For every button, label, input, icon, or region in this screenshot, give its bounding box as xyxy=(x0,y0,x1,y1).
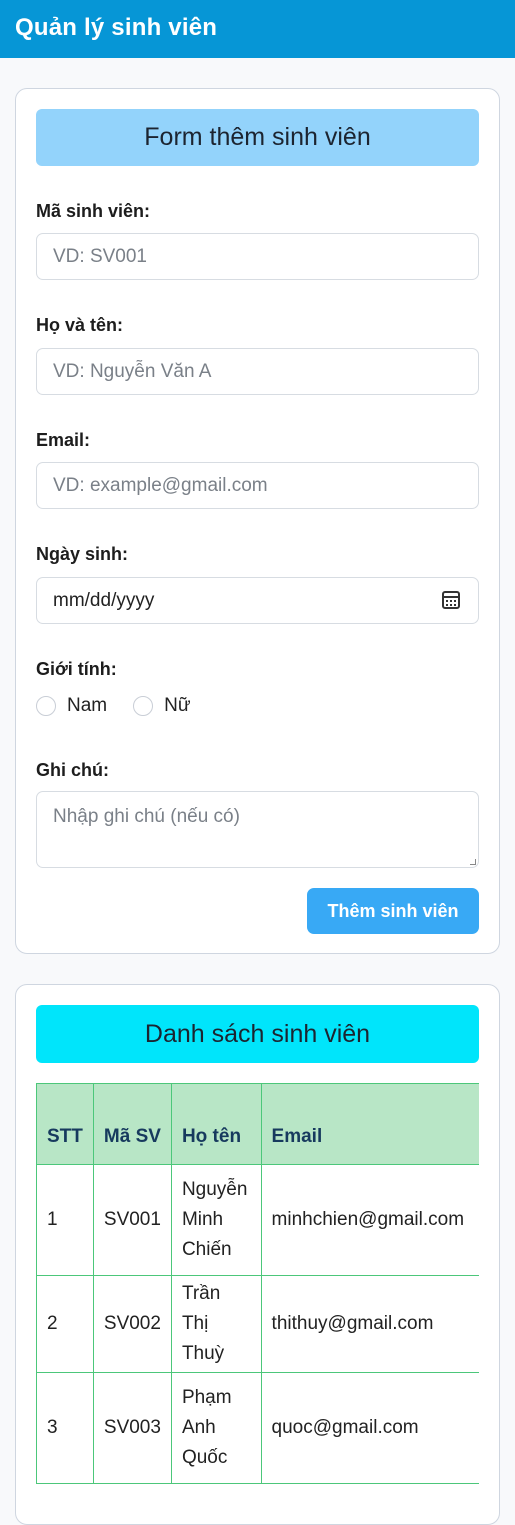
gender-radio-group: Nam Nữ xyxy=(36,695,217,717)
resize-handle-icon[interactable] xyxy=(470,859,476,865)
col-header-student-id: Mã SV xyxy=(92,1083,172,1165)
birthdate-value: mm/dd/yyyy xyxy=(53,589,155,611)
email-label: Email: xyxy=(36,430,91,450)
table-header-row: STT Mã SV Họ tên Email xyxy=(36,1083,479,1165)
table-row: 1 SV001 Nguyễn Minh Chiến minhchien@gmai… xyxy=(36,1164,479,1276)
gender-option-female-label[interactable]: Nữ xyxy=(164,695,190,717)
col-header-stt: STT xyxy=(36,1083,94,1165)
cell-student-id: SV003 xyxy=(92,1372,172,1484)
gender-radio-male[interactable] xyxy=(36,696,56,716)
add-student-form-card: Form thêm sinh viên Mã sinh viên: VD: SV… xyxy=(15,88,500,954)
form-heading: Form thêm sinh viên xyxy=(36,109,479,166)
add-student-button[interactable]: Thêm sinh viên xyxy=(307,888,479,934)
note-label: Ghi chú: xyxy=(36,760,109,780)
table-row: 2 SV002 Trần Thị Thuỳ thithuy@gmail.com xyxy=(36,1275,479,1373)
email-input[interactable]: VD: example@gmail.com xyxy=(36,462,479,509)
birthdate-label: Ngày sinh: xyxy=(36,544,129,564)
cell-stt: 3 xyxy=(36,1372,94,1484)
student-table-scroll[interactable]: STT Mã SV Họ tên Email 1 SV001 Nguyễn Mi… xyxy=(36,1083,479,1485)
student-id-label: Mã sinh viên: xyxy=(36,201,151,221)
cell-email: thithuy@gmail.com xyxy=(260,1275,479,1373)
gender-label: Giới tính: xyxy=(36,659,117,679)
list-heading: Danh sách sinh viên xyxy=(36,1005,479,1063)
cell-email: quoc@gmail.com xyxy=(260,1372,479,1484)
student-list-card: Danh sách sinh viên STT Mã SV Họ tên Ema… xyxy=(15,984,500,1525)
student-table: STT Mã SV Họ tên Email 1 SV001 Nguyễn Mi… xyxy=(36,1083,479,1484)
col-header-name: Họ tên xyxy=(170,1083,262,1165)
gender-radio-female[interactable] xyxy=(133,696,154,716)
col-header-email: Email xyxy=(260,1083,479,1165)
cell-student-id: SV001 xyxy=(92,1164,172,1276)
cell-stt: 2 xyxy=(36,1275,94,1373)
cell-stt: 1 xyxy=(36,1164,94,1276)
table-row: 3 SV003 Phạm Anh Quốc quoc@gmail.com xyxy=(36,1372,479,1484)
app-header: Quản lý sinh viên xyxy=(0,0,515,58)
student-id-input[interactable]: VD: SV001 xyxy=(36,233,479,280)
note-textarea[interactable]: Nhập ghi chú (nếu có) xyxy=(36,791,479,868)
cell-name: Trần Thị Thuỳ xyxy=(170,1275,262,1373)
cell-name: Nguyễn Minh Chiến xyxy=(170,1164,262,1276)
calendar-icon[interactable] xyxy=(442,591,460,609)
birthdate-input[interactable]: mm/dd/yyyy xyxy=(36,577,479,624)
cell-name: Phạm Anh Quốc xyxy=(170,1372,262,1484)
full-name-input[interactable]: VD: Nguyễn Văn A xyxy=(36,348,479,395)
app-title: Quản lý sinh viên xyxy=(15,14,218,41)
cell-student-id: SV002 xyxy=(92,1275,172,1373)
gender-option-male-label[interactable]: Nam xyxy=(67,695,107,717)
full-name-label: Họ và tên: xyxy=(36,315,124,335)
note-placeholder: Nhập ghi chú (nếu có) xyxy=(53,806,240,827)
cell-email: minhchien@gmail.com xyxy=(260,1164,479,1276)
